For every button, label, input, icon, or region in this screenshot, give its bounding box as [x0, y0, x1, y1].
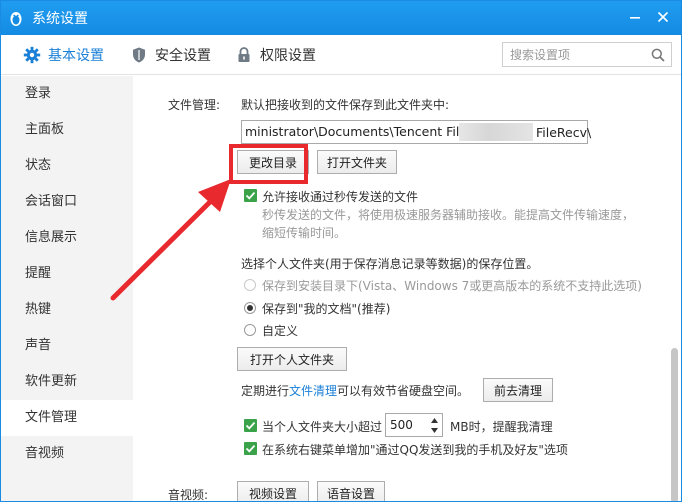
tab-label: 安全设置 — [155, 48, 211, 64]
shield-icon — [130, 46, 148, 64]
annotation-highlight-box — [229, 144, 308, 184]
settings-window: 系统设置 基本设置 安全设置 权限设置 搜索设置项 登录 主面板 状态 会话窗口… — [0, 0, 682, 502]
close-icon[interactable] — [655, 9, 671, 25]
context-menu-checkbox[interactable] — [244, 442, 257, 455]
size-reminder-checkbox[interactable] — [244, 419, 257, 432]
size-limit-stepper[interactable]: 500 — [385, 413, 443, 437]
minimize-icon[interactable] — [627, 9, 643, 25]
file-management-panel: 文件管理: 默认把接收到的文件保存到此文件夹中: ministrator\Doc… — [133, 76, 667, 502]
search-input[interactable] — [502, 42, 672, 67]
vertical-scrollbar[interactable] — [667, 76, 681, 501]
qq-penguin-icon — [7, 9, 25, 27]
tab-label: 权限设置 — [260, 48, 316, 64]
radio-my-documents-label: 保存到"我的文档"(推荐) — [262, 302, 391, 316]
open-personal-folder-button[interactable]: 打开个人文件夹 — [237, 347, 347, 371]
tab-security-settings[interactable]: 安全设置 — [130, 35, 211, 75]
allow-flash-transfer-checkbox[interactable] — [244, 189, 257, 202]
sidebar-item-main-panel[interactable]: 主面板 — [1, 112, 133, 148]
file-management-section-label: 文件管理: — [168, 98, 221, 112]
audio-video-section-label: 音视频: — [168, 488, 209, 502]
path-suffix: FileRecv\ — [536, 125, 592, 140]
cleanup-prefix: 定期进行 — [241, 384, 290, 398]
sidebar-item-audio-video[interactable]: 音视频 — [1, 436, 133, 472]
file-cleanup-link[interactable]: 文件清理 — [289, 384, 337, 398]
gear-icon — [23, 46, 41, 64]
sidebar-item-chat-window[interactable]: 会话窗口 — [1, 184, 133, 220]
video-settings-button[interactable]: 视频设置 — [237, 481, 309, 501]
size-limit-value[interactable]: 500 — [390, 418, 413, 432]
sidebar-item-software-update[interactable]: 软件更新 — [1, 364, 133, 400]
save-location-description: 默认把接收到的文件保存到此文件夹中: — [241, 98, 450, 112]
sidebar-item-status[interactable]: 状态 — [1, 148, 133, 184]
sidebar: 登录 主面板 状态 会话窗口 信息展示 提醒 热键 声音 软件更新 文件管理 音… — [1, 76, 133, 501]
radio-custom-label: 自定义 — [262, 324, 299, 338]
sidebar-item-hotkeys[interactable]: 热键 — [1, 292, 133, 328]
lock-icon — [235, 46, 253, 64]
scrollbar-thumb[interactable] — [671, 348, 678, 501]
go-cleanup-button[interactable]: 前去清理 — [483, 378, 553, 402]
flash-transfer-hint: 秒传发送的文件，将使用极速服务器辅助接收。能提高文件传输速度，缩短传输时间。 — [262, 208, 635, 240]
sidebar-item-info-display[interactable]: 信息展示 — [1, 220, 133, 256]
stepper-up-icon[interactable] — [429, 416, 440, 425]
radio-install-directory-label: 保存到安装目录下(Vista、Windows 7或更高版本的系统不支持此选项) — [262, 279, 642, 293]
redacted-path-segment — [459, 123, 533, 141]
personal-folder-description: 选择个人文件夹(用于保存消息记录等数据)的保存位置。 — [241, 257, 539, 271]
settings-tabs: 基本设置 安全设置 权限设置 — [1, 35, 681, 75]
tab-label: 基本设置 — [48, 48, 104, 64]
window-title: 系统设置 — [32, 11, 88, 27]
radio-install-directory[interactable] — [244, 279, 256, 291]
cleanup-suffix: 可以有效节省硬盘空间。 — [337, 384, 470, 398]
path-prefix: ministrator\Documents\Tencent Files\ — [245, 124, 478, 139]
open-folder-button[interactable]: 打开文件夹 — [317, 150, 397, 174]
stepper-down-icon[interactable] — [429, 426, 440, 435]
radio-custom[interactable] — [244, 324, 256, 336]
size-reminder-prefix: 当个人文件夹大小超过 — [262, 420, 383, 434]
allow-flash-transfer-label: 允许接收通过秒传发送的文件 — [262, 190, 419, 204]
sidebar-item-sound[interactable]: 声音 — [1, 328, 133, 364]
size-reminder-suffix: MB时，提醒我清理 — [450, 420, 553, 434]
title-bar[interactable]: 系统设置 — [1, 1, 681, 35]
sidebar-item-login[interactable]: 登录 — [1, 76, 133, 112]
radio-my-documents[interactable] — [244, 302, 256, 314]
tab-basic-settings[interactable]: 基本设置 — [23, 35, 104, 75]
tab-permission-settings[interactable]: 权限设置 — [235, 35, 316, 75]
search-icon[interactable] — [651, 48, 665, 62]
sidebar-item-file-management[interactable]: 文件管理 — [1, 400, 133, 436]
audio-settings-button[interactable]: 语音设置 — [317, 481, 385, 501]
context-menu-label: 在系统右键菜单增加"通过QQ发送到我的手机及好友"选项 — [262, 443, 568, 457]
sidebar-item-reminder[interactable]: 提醒 — [1, 256, 133, 292]
cleanup-description: 定期进行文件清理可以有效节省硬盘空间。 — [241, 382, 469, 399]
